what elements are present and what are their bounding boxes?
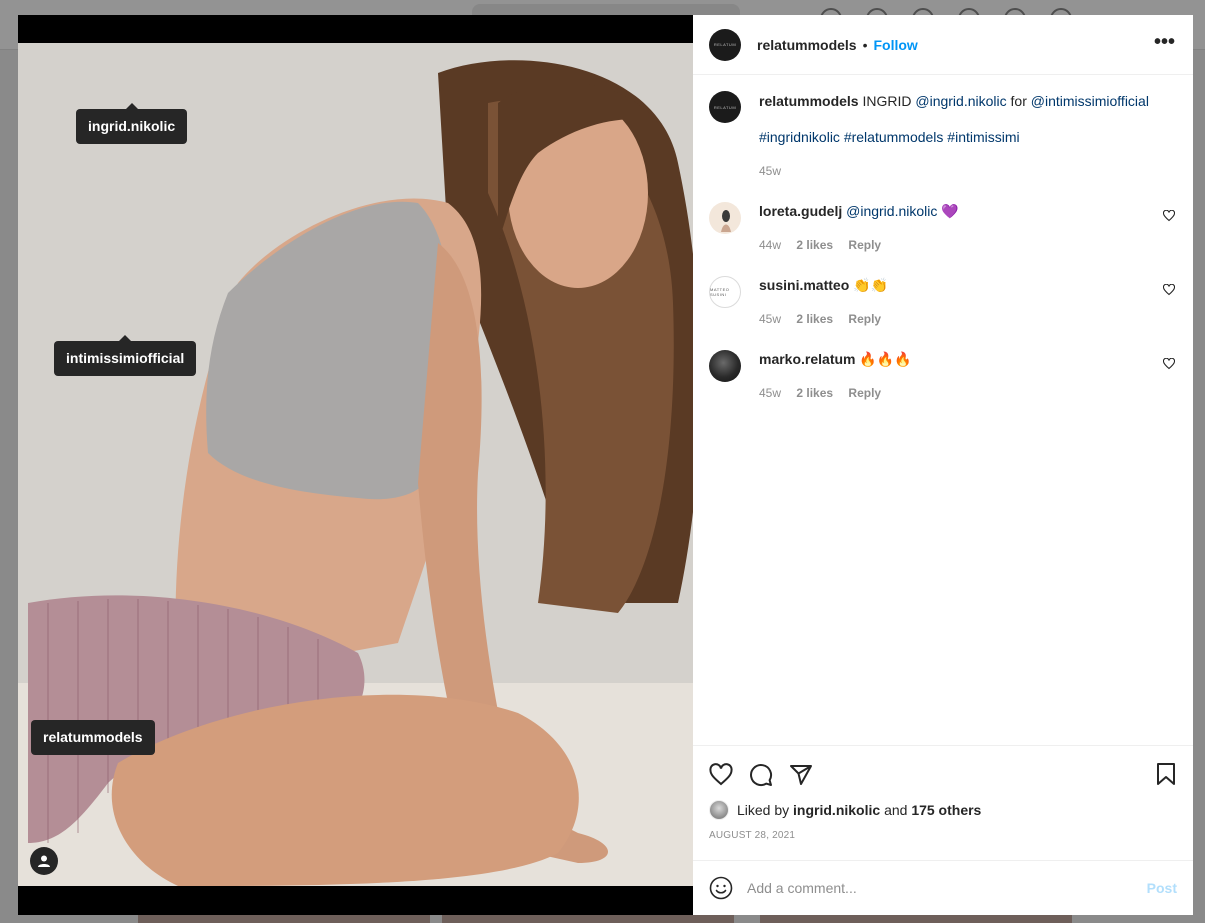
comment-item: marko.relatum 🔥🔥🔥 45w 2 likes Reply — [709, 350, 1177, 402]
more-options-icon[interactable]: ••• — [1154, 32, 1175, 52]
post-date[interactable]: AUGUST 28, 2021 — [709, 830, 1177, 841]
comment-likes[interactable]: 2 likes — [796, 238, 833, 252]
comment-likes[interactable]: 2 likes — [796, 312, 833, 326]
comment-username[interactable]: loreta.gudelj — [759, 203, 842, 219]
photo-tag-intimissimi[interactable]: intimissimiofficial — [54, 335, 197, 376]
caption-avatar[interactable]: RELATUM — [709, 91, 741, 123]
person-icon — [38, 855, 50, 867]
caption-body: relatummodels INGRID @ingrid.nikolic for… — [759, 91, 1169, 180]
comment-emoji: 👏👏 — [853, 277, 889, 293]
liked-by: Liked by ingrid.nikolic and 175 others — [709, 800, 1177, 820]
comment-item: loreta.gudelj @ingrid.nikolic 💜 44w 2 li… — [709, 202, 1177, 254]
post-media[interactable]: ingrid.nikolic intimissimiofficial relat… — [18, 15, 693, 915]
comment-username[interactable]: marko.relatum — [759, 351, 855, 367]
caption: RELATUM relatummodels INGRID @ingrid.nik… — [709, 91, 1177, 180]
comment-heart-icon[interactable] — [1163, 284, 1175, 296]
action-buttons — [709, 746, 1177, 798]
caption-text-for: for — [1010, 93, 1027, 109]
heart-icon[interactable] — [709, 763, 733, 787]
comment-body: loreta.gudelj @ingrid.nikolic 💜 44w 2 li… — [759, 202, 1169, 254]
liked-by-and: and — [884, 802, 908, 818]
comment-icon[interactable] — [749, 763, 773, 787]
photo-tag-ingrid[interactable]: ingrid.nikolic — [76, 103, 188, 144]
liked-by-avatar[interactable] — [709, 800, 729, 820]
comment-item: MATTEO SUSINI susini.matteo 👏👏 45w 2 lik… — [709, 276, 1177, 328]
caption-mention-ingrid[interactable]: @ingrid.nikolic — [915, 93, 1006, 109]
author-avatar[interactable]: RELATUM — [709, 28, 741, 61]
comment-input[interactable] — [747, 880, 1127, 896]
comment-meta: 44w 2 likes Reply — [759, 236, 1169, 254]
comment-time[interactable]: 44w — [759, 238, 781, 252]
smiley-icon[interactable] — [709, 876, 733, 900]
photo-illustration — [18, 43, 693, 886]
comment-username[interactable]: susini.matteo — [759, 277, 849, 293]
caption-mention-intimissimi[interactable]: @intimissimiofficial — [1031, 93, 1149, 109]
bookmark-icon[interactable] — [1155, 762, 1177, 786]
follow-button[interactable]: Follow — [874, 37, 918, 53]
avatar-image — [721, 210, 731, 232]
comment-time[interactable]: 45w — [759, 386, 781, 400]
separator-dot: • — [862, 36, 868, 53]
caption-text: INGRID — [862, 93, 912, 109]
avatar-logo-text: RELATUM — [713, 104, 737, 110]
reply-button[interactable]: Reply — [848, 312, 881, 326]
liked-by-prefix: Liked by — [737, 802, 790, 818]
paper-plane-icon[interactable] — [789, 763, 813, 787]
liked-by-user[interactable]: ingrid.nikolic — [793, 802, 880, 818]
comments-list[interactable]: RELATUM relatummodels INGRID @ingrid.nik… — [693, 75, 1193, 745]
avatar-logo-text: MATTEO SUSINI — [710, 287, 730, 297]
photo-tag-relatummodels[interactable]: relatummodels — [31, 720, 155, 755]
caption-meta: 45w — [759, 162, 1169, 180]
post-comment-button[interactable]: Post — [1147, 880, 1177, 896]
comment-time[interactable]: 45w — [759, 312, 781, 326]
comment-avatar[interactable] — [709, 350, 741, 382]
comment-mention[interactable]: @ingrid.nikolic — [846, 203, 937, 219]
caption-username[interactable]: relatummodels — [759, 93, 859, 109]
comment-meta: 45w 2 likes Reply — [759, 310, 1169, 328]
comment-heart-icon[interactable] — [1163, 358, 1175, 370]
comment-emoji: 💜 — [941, 203, 959, 219]
reply-button[interactable]: Reply — [848, 386, 881, 400]
author-username[interactable]: relatummodels — [757, 37, 857, 53]
post-details-panel: RELATUM relatummodels • Follow ••• RELAT… — [693, 15, 1193, 915]
comment-heart-icon[interactable] — [1163, 210, 1175, 222]
comment-body: marko.relatum 🔥🔥🔥 45w 2 likes Reply — [759, 350, 1169, 402]
post-modal: ingrid.nikolic intimissimiofficial relat… — [18, 15, 1193, 915]
comment-body: susini.matteo 👏👏 45w 2 likes Reply — [759, 276, 1169, 328]
caption-time[interactable]: 45w — [759, 164, 781, 178]
post-actions: Liked by ingrid.nikolic and 175 others A… — [693, 745, 1193, 860]
comment-emoji: 🔥🔥🔥 — [859, 351, 912, 367]
post-photo: ingrid.nikolic intimissimiofficial relat… — [18, 43, 693, 886]
comment-avatar[interactable]: MATTEO SUSINI — [709, 276, 741, 308]
add-comment-bar: Post — [693, 860, 1193, 915]
reply-button[interactable]: Reply — [848, 238, 881, 252]
post-header: RELATUM relatummodels • Follow ••• — [693, 15, 1193, 75]
liked-by-others[interactable]: 175 others — [911, 802, 981, 818]
comment-meta: 45w 2 likes Reply — [759, 384, 1169, 402]
comment-avatar[interactable] — [709, 202, 741, 234]
show-tags-button[interactable] — [30, 847, 58, 875]
avatar-logo-text: RELATUM — [713, 42, 737, 47]
comment-likes[interactable]: 2 likes — [796, 386, 833, 400]
caption-hashtags[interactable]: #ingridnikolic #relatummodels #intimissi… — [759, 128, 1169, 146]
